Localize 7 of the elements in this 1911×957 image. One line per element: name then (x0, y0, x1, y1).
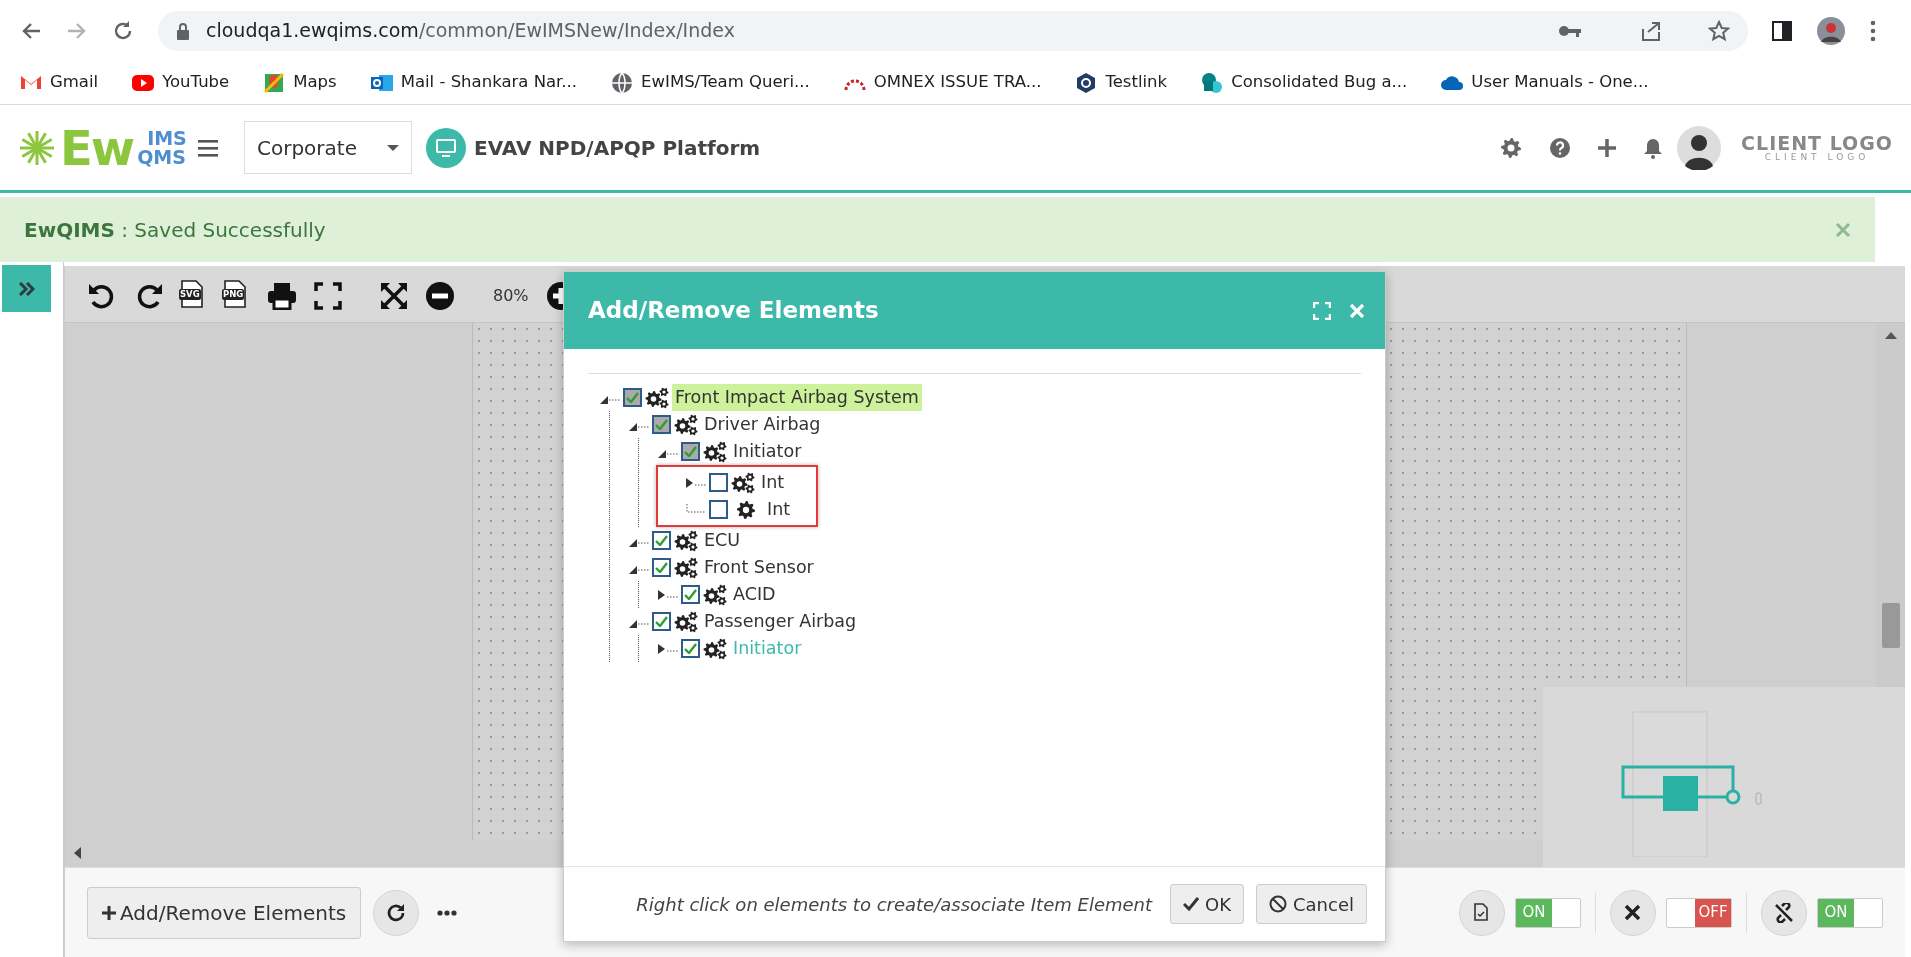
platform-title: EVAV NPD/APQP Platform (474, 134, 761, 162)
client-logo: CLIENT LOGO CLIENT LOGO (1741, 133, 1893, 162)
alert-message: EwQIMS : Saved Successfully (24, 216, 326, 244)
hint-text: Right click on elements to create/associate Item Element (636, 892, 1153, 917)
dialog-title: Add/Remove Elements (588, 296, 879, 326)
url-text: cloudqa1.ewqims.com/common/EwIMSNew/Index/Index (206, 18, 735, 44)
zoom-level: 80% (493, 285, 529, 307)
